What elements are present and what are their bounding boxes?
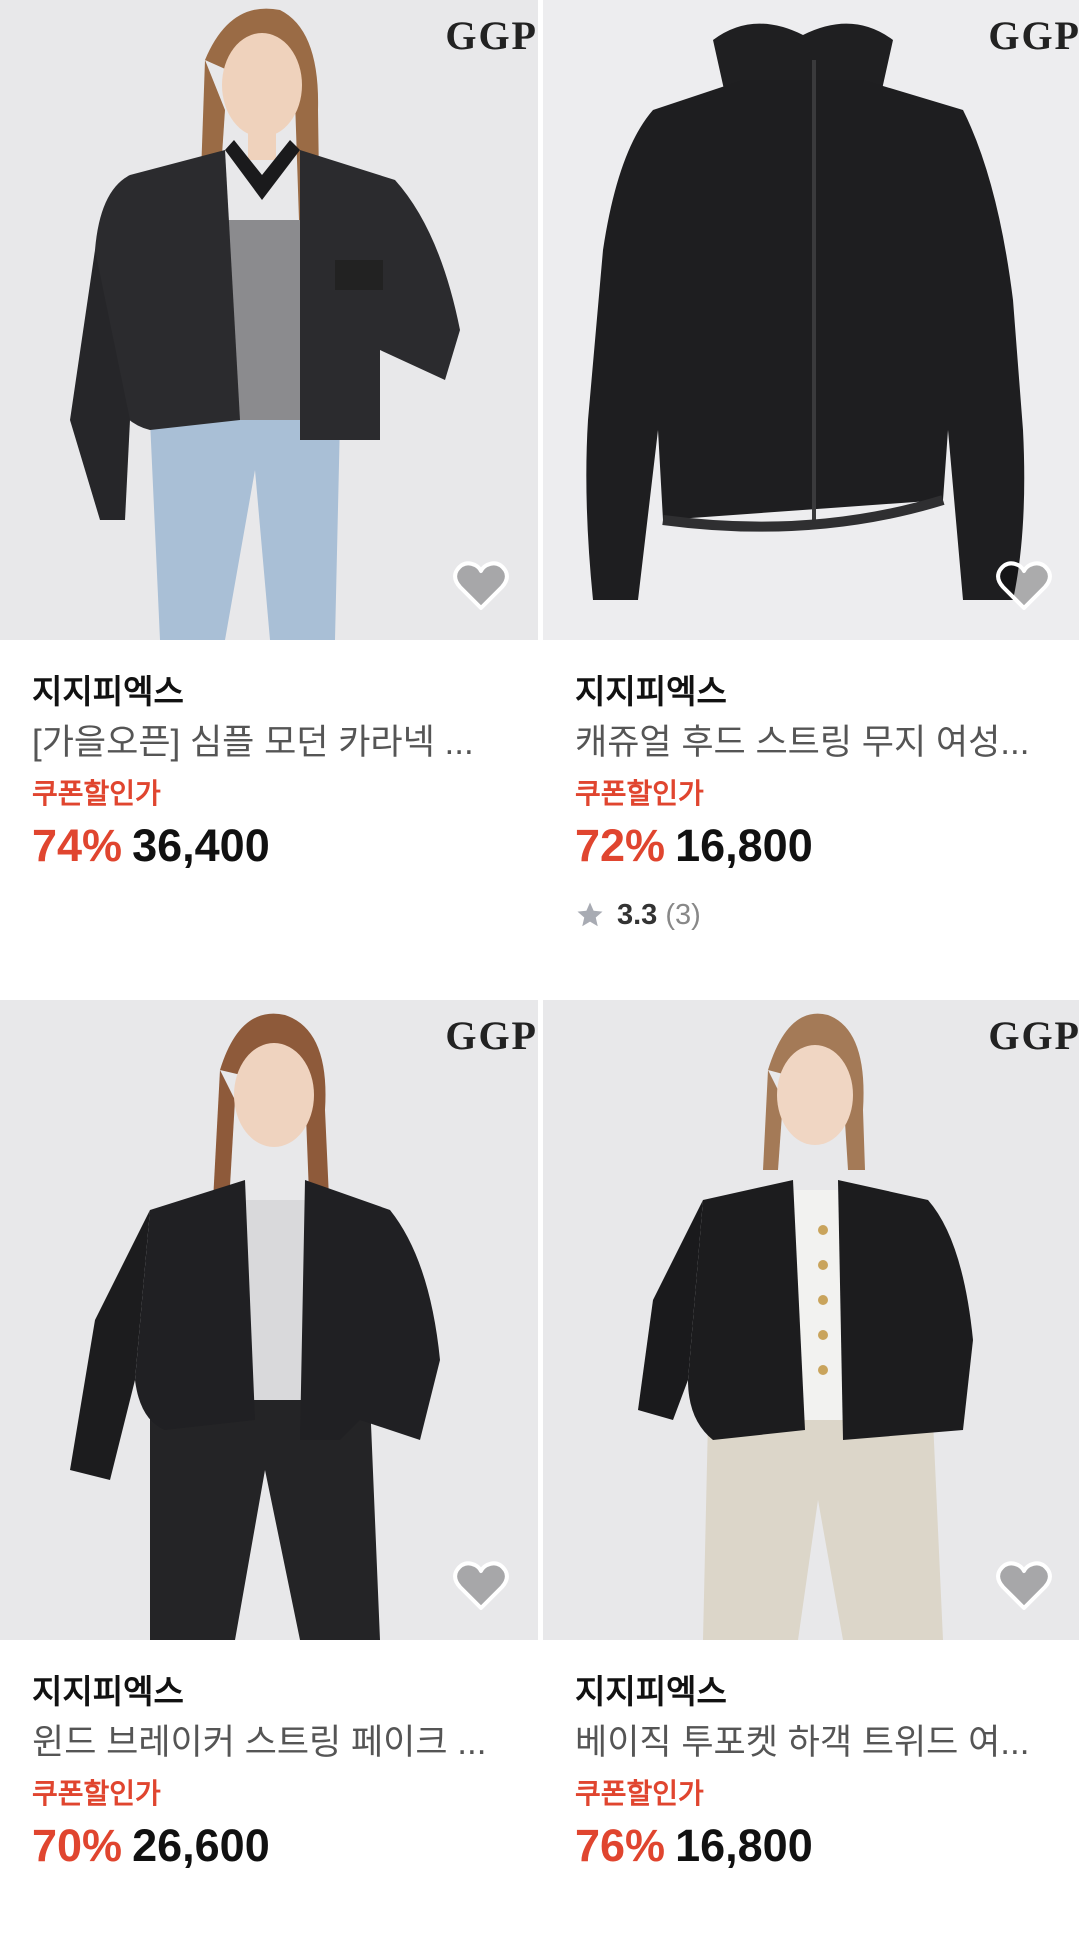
brand-logo: GGP <box>988 13 1079 58</box>
heart-icon[interactable] <box>452 560 510 612</box>
brand-name: 지지피엑스 <box>32 1673 184 1710</box>
hooded-jacket-image <box>543 0 1079 640</box>
discount-rate: 72% <box>575 820 666 871</box>
product-title[interactable]: 베이직 투포켓 하객 트위드 여... <box>575 1718 1049 1768</box>
brand-logo: GGP <box>445 1013 538 1058</box>
coupon-label: 쿠폰할인가 <box>575 778 704 809</box>
product-image[interactable]: GGP <box>543 1000 1079 1640</box>
product-card[interactable]: GGP 지지피엑스 베이직 투포켓 하객 트위드 여... 쿠폰할인가 76% 1… <box>543 1000 1079 1885</box>
model-leather-jacket-image <box>0 0 538 640</box>
product-title[interactable]: 윈드 브레이커 스트링 페이크 ... <box>32 1718 506 1768</box>
product-card[interactable]: GGP 지지피엑스 [가을오픈] 심플 모던 카라넥 ... 쿠폰할인가 74%… <box>0 0 538 885</box>
rating-score: 3.3 <box>617 899 658 931</box>
product-image[interactable]: GGP <box>0 1000 538 1640</box>
product-title[interactable]: 캐쥬얼 후드 스트링 무지 여성... <box>575 718 1049 768</box>
brand-name: 지지피엑스 <box>575 673 727 710</box>
coupon-label: 쿠폰할인가 <box>32 778 161 809</box>
discount-rate: 74% <box>32 820 123 871</box>
sale-price: 16,800 <box>675 1820 813 1871</box>
product-info: 지지피엑스 베이직 투포켓 하객 트위드 여... 쿠폰할인가 76% 16,80… <box>543 1640 1079 1885</box>
product-info: 지지피엑스 캐쥬얼 후드 스트링 무지 여성... 쿠폰할인가 72% 16,80… <box>543 640 1079 935</box>
price-row: 76% 16,800 <box>575 1818 1049 1885</box>
brand-name: 지지피엑스 <box>575 1673 727 1710</box>
product-card[interactable]: GGP 지지피엑스 윈드 브레이커 스트링 페이크 ... 쿠폰할인가 70% 2… <box>0 1000 538 1885</box>
heart-icon[interactable] <box>995 1560 1053 1612</box>
price-row: 70% 26,600 <box>32 1818 506 1885</box>
brand-name: 지지피엑스 <box>32 673 184 710</box>
discount-rate: 70% <box>32 1820 123 1871</box>
product-info: 지지피엑스 윈드 브레이커 스트링 페이크 ... 쿠폰할인가 70% 26,60… <box>0 1640 538 1885</box>
heart-icon[interactable] <box>995 560 1053 612</box>
model-tweed-jacket-image <box>543 1000 1079 1640</box>
price-row: 74% 36,400 <box>32 818 506 885</box>
product-image[interactable]: GGP <box>543 0 1079 640</box>
discount-rate: 76% <box>575 1820 666 1871</box>
brand-logo: GGP <box>445 13 538 58</box>
star-icon <box>577 902 603 927</box>
review-count: (3) <box>665 899 701 931</box>
coupon-label: 쿠폰할인가 <box>32 1778 161 1809</box>
sale-price: 36,400 <box>132 820 270 871</box>
sale-price: 16,800 <box>675 820 813 871</box>
price-row: 72% 16,800 <box>575 818 1049 885</box>
product-image[interactable]: GGP <box>0 0 538 640</box>
brand-logo: GGP <box>988 1013 1079 1058</box>
product-info: 지지피엑스 [가을오픈] 심플 모던 카라넥 ... 쿠폰할인가 74% 36,4… <box>0 640 538 885</box>
model-windbreaker-image <box>0 1000 538 1640</box>
rating-row: 3.3 (3) <box>575 895 1049 935</box>
sale-price: 26,600 <box>132 1820 270 1871</box>
coupon-label: 쿠폰할인가 <box>575 1778 704 1809</box>
product-grid: GGP 지지피엑스 [가을오픈] 심플 모던 카라넥 ... 쿠폰할인가 74%… <box>0 0 1079 1933</box>
product-title[interactable]: [가을오픈] 심플 모던 카라넥 ... <box>32 718 506 768</box>
product-card[interactable]: GGP 지지피엑스 캐쥬얼 후드 스트링 무지 여성... 쿠폰할인가 72% 1… <box>543 0 1079 935</box>
heart-icon[interactable] <box>452 1560 510 1612</box>
